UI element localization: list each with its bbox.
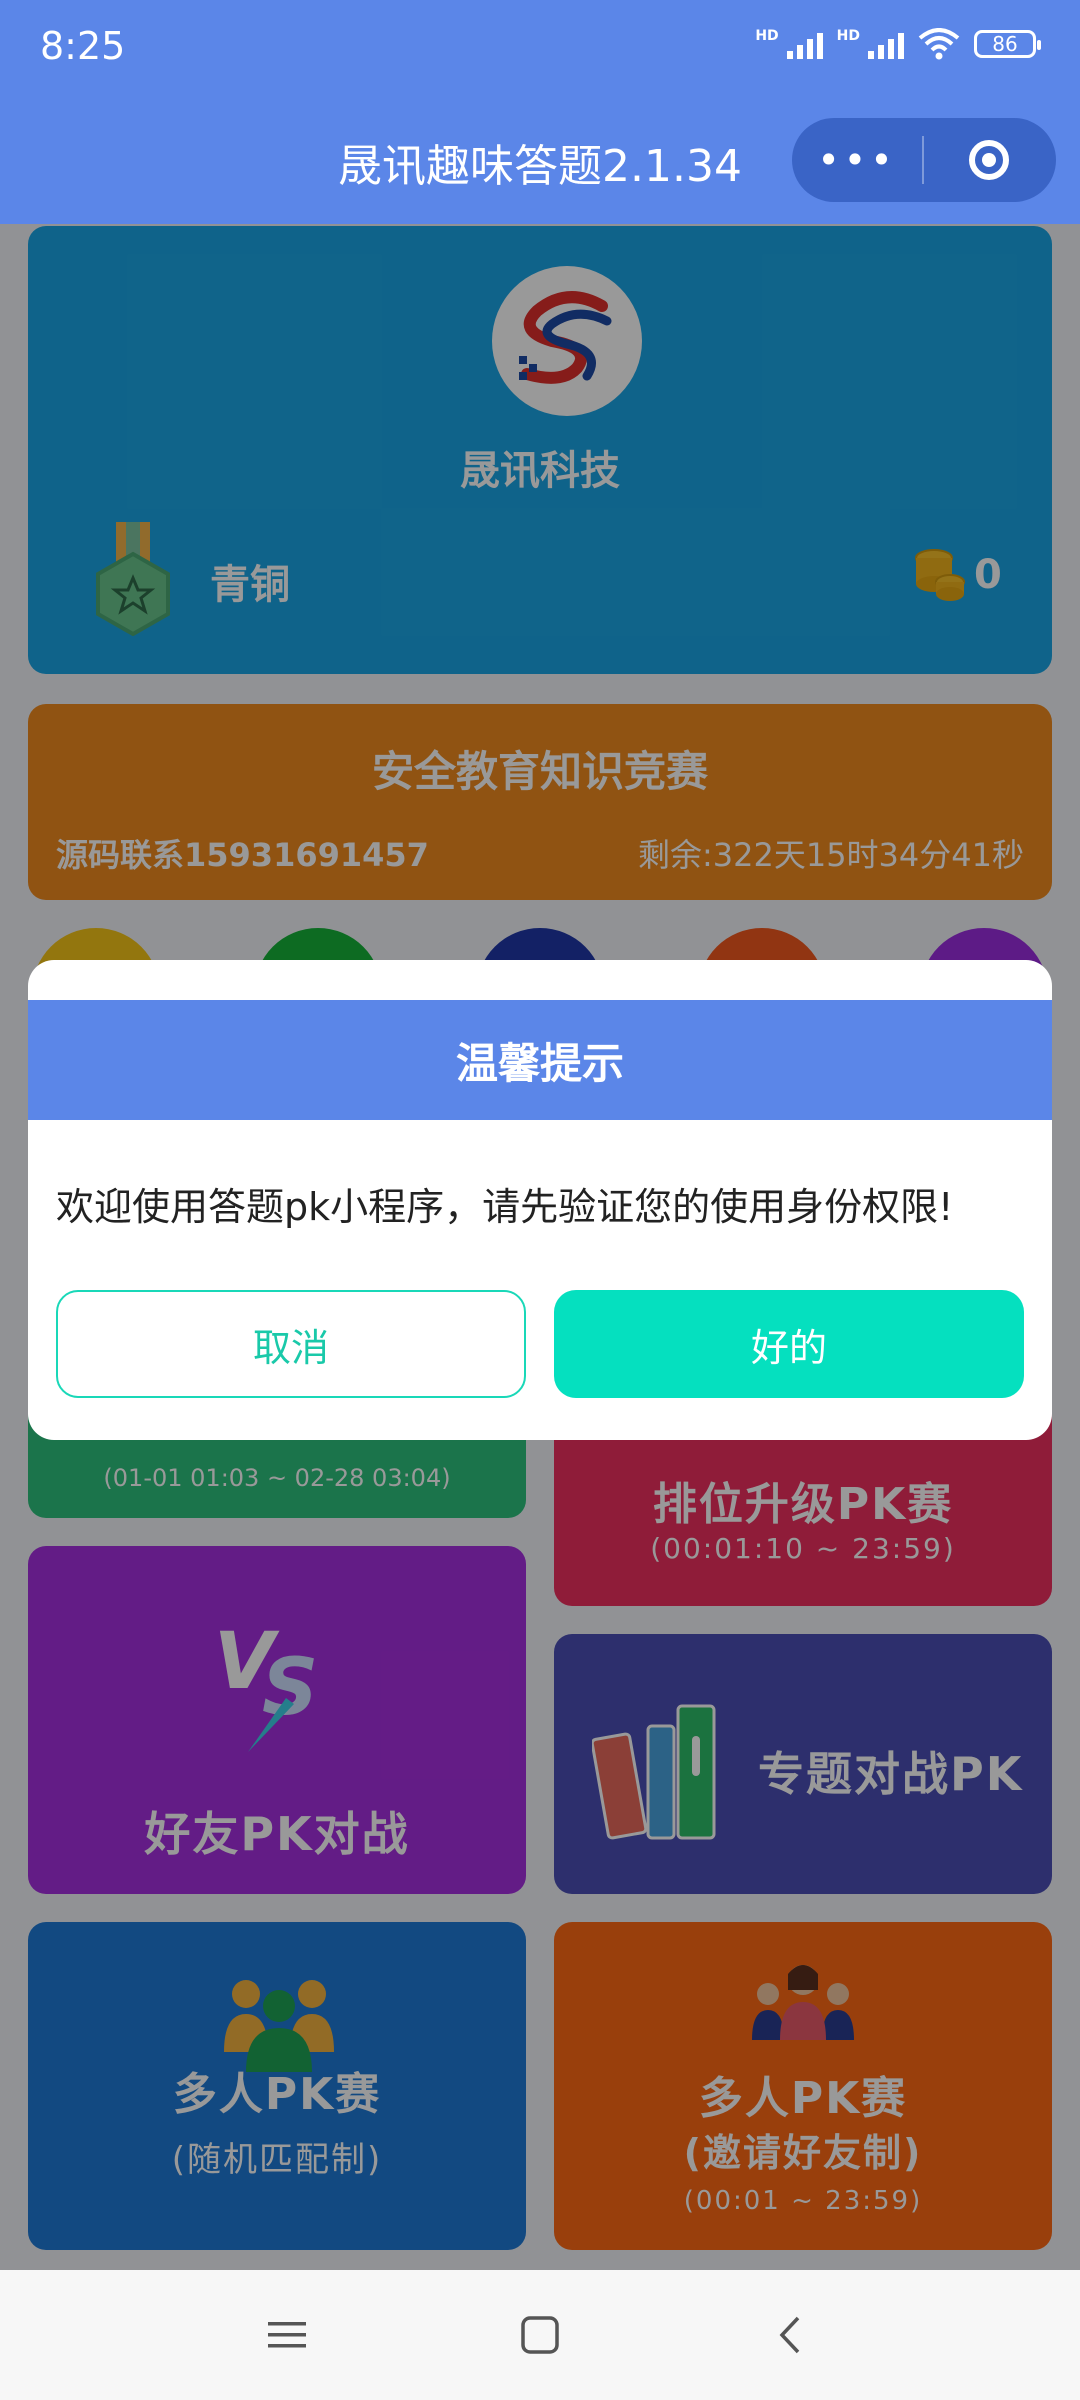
alert-dialog: 温馨提示 欢迎使用答题pk小程序，请先验证您的使用身份权限! 取消 好的 <box>28 960 1052 1440</box>
ok-button[interactable]: 好的 <box>554 1290 1024 1398</box>
back-icon[interactable] <box>766 2310 816 2360</box>
cancel-button[interactable]: 取消 <box>56 1290 526 1398</box>
signal-icon-1 <box>786 29 823 59</box>
app-navbar: 晟讯趣味答题2.1.34 ••• <box>0 100 1080 224</box>
more-menu-button[interactable]: ••• <box>792 138 922 182</box>
home-icon[interactable] <box>515 2310 565 2360</box>
status-bar: 8:25 HD HD 86 <box>0 0 1080 100</box>
battery-icon: 86 <box>974 30 1041 58</box>
target-icon <box>969 140 1009 180</box>
mini-program-capsule: ••• <box>792 118 1056 202</box>
close-miniprogram-button[interactable] <box>924 140 1054 180</box>
network-label-2: HD <box>836 28 860 44</box>
dialog-message: 欢迎使用答题pk小程序，请先验证您的使用身份权限! <box>56 1185 954 1229</box>
signal-icon-2 <box>868 29 904 59</box>
network-label-1: HD <box>755 28 779 44</box>
system-nav-bar <box>0 2270 1080 2400</box>
status-icons: HD HD 86 <box>755 28 1041 60</box>
menu-icon[interactable] <box>262 2310 312 2360</box>
status-time: 8:25 <box>40 24 126 68</box>
wifi-icon <box>918 28 960 60</box>
dialog-title: 温馨提示 <box>28 1000 1052 1120</box>
